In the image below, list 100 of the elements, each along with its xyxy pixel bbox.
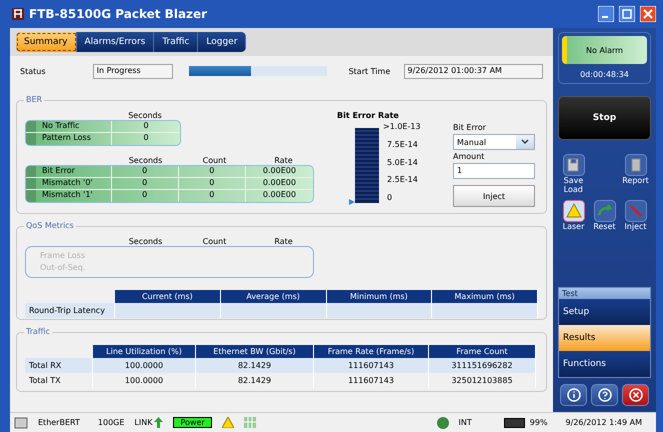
menu-item[interactable]: Results: [559, 325, 650, 351]
row-label: Out-of-Seq.: [40, 262, 86, 274]
row-label: No Traffic: [26, 121, 112, 132]
menu-item[interactable]: Functions: [559, 351, 650, 377]
tool-button[interactable]: Reset: [589, 200, 620, 231]
battery-level: 99%: [530, 418, 548, 427]
table-cell: 0: [112, 178, 179, 189]
table-cell: 100.0000: [93, 358, 196, 373]
row-label: Mismatch '0': [26, 178, 112, 189]
help-icon: [598, 388, 612, 402]
row-label: Total TX: [25, 373, 93, 388]
table-cell: 0: [178, 178, 246, 189]
table-cell: 0: [178, 190, 246, 202]
info-button[interactable]: [560, 384, 587, 406]
up-arrow-icon: [154, 417, 164, 428]
column-header: Ethernet BW (Gbit/s): [196, 345, 314, 358]
row-label: Pattern Loss: [26, 133, 112, 145]
meter-title: Bit Error Rate: [337, 111, 399, 120]
tool-button[interactable]: Inject: [620, 200, 651, 231]
menu-item[interactable]: Setup: [559, 299, 650, 325]
tick-label: 0: [386, 193, 394, 202]
rate: 100GE: [98, 418, 124, 427]
tick-label: 2.5E-14: [386, 175, 419, 184]
table-cell-text: 0.00E00: [262, 190, 297, 201]
info-icon: [566, 388, 580, 402]
battery-icon: [504, 418, 526, 428]
status-field: In Progress: [92, 64, 174, 78]
column-header: Current (ms): [115, 290, 221, 303]
maximize-button[interactable]: [619, 6, 635, 22]
menu-title: Test: [559, 288, 650, 299]
tick-label: 7.5E-14: [386, 140, 419, 149]
close-icon: [628, 388, 642, 402]
column-header: Seconds: [128, 237, 164, 246]
amount-field[interactable]: 1: [453, 163, 535, 179]
tick-label: >1.0E-13: [383, 122, 421, 131]
row-label: Bit Error: [26, 166, 112, 177]
close-button[interactable]: [640, 6, 656, 22]
tool-button[interactable]: Save Load: [558, 154, 589, 194]
column-header: Frame Rate (Frame/s): [314, 345, 429, 358]
link-status: LINK: [134, 418, 152, 427]
start-time-field: 9/26/2012 01:00:37 AM: [404, 64, 544, 78]
group-title: BER: [24, 95, 44, 104]
row-label: Total RX: [25, 358, 93, 373]
column-header: Minimum (ms): [326, 290, 432, 303]
column-header: Count: [202, 156, 228, 165]
table-cell-text: 0.00E00: [262, 166, 297, 177]
table-cell: 100.0000: [93, 373, 196, 388]
tab[interactable]: Alarms/Errors: [76, 32, 154, 52]
timer: 0d:00:48:34: [580, 70, 629, 79]
column-header: Rate: [273, 237, 294, 246]
syringe-icon: [624, 200, 646, 222]
table-cell: 82.1429: [196, 358, 314, 373]
column-header: Frame Count: [429, 345, 536, 358]
date-time: 9/26/2012 1:49 AM: [566, 418, 642, 427]
grid-icon: [244, 417, 256, 428]
column-header: Seconds: [128, 156, 164, 165]
table-cell: 111607143: [314, 358, 429, 373]
column-header: Average (ms): [220, 290, 326, 303]
clock-source: INT: [458, 418, 472, 427]
tool-button[interactable]: Report: [620, 154, 651, 194]
clipboard-icon: [624, 154, 646, 176]
table-cell: 325012103885: [429, 373, 536, 388]
module-name: EtherBERT: [38, 418, 80, 427]
tab[interactable]: Summary: [16, 32, 76, 52]
table-cell-text: 0: [142, 121, 150, 132]
power-indicator: Power: [173, 417, 212, 428]
chevron-down-icon: [521, 139, 529, 145]
table-cell: 0: [112, 166, 179, 177]
row-label: Round-Trip Latency: [25, 303, 115, 318]
start-time-label: Start Time: [348, 66, 392, 76]
stop-button[interactable]: Stop: [558, 96, 651, 140]
minimize-button[interactable]: [598, 6, 614, 22]
table-cell: 82.1429: [196, 373, 314, 388]
row-label: Mismatch '1': [26, 190, 112, 202]
column-header: Count: [202, 237, 228, 246]
help-button[interactable]: [591, 384, 618, 406]
row-label: Frame Loss: [40, 250, 86, 262]
clock-source-icon: [436, 416, 449, 428]
group-title: QoS Metrics: [24, 221, 76, 230]
error-type-dropdown[interactable]: Manual: [453, 134, 535, 150]
tick-label: 5.0E-14: [386, 158, 419, 166]
table-cell: 311151696282: [429, 358, 536, 373]
window-title: FTB-85100G Packet Blazer: [29, 7, 208, 21]
status-label: Status: [20, 66, 46, 76]
column-header: Seconds: [127, 111, 163, 120]
column-header: Rate: [273, 156, 294, 165]
table-cell: 0: [112, 190, 179, 202]
tool-button[interactable]: Laser: [558, 200, 589, 231]
inject-button[interactable]: Inject: [453, 185, 535, 207]
warning-icon: [562, 200, 584, 222]
table-cell: 0: [178, 166, 246, 177]
alarm-indicator: No Alarm: [562, 36, 647, 64]
field-label: Amount: [453, 152, 486, 161]
tab[interactable]: Traffic: [154, 32, 198, 52]
column-header: Line Utilization (%): [93, 345, 196, 358]
exit-button[interactable]: [622, 384, 649, 406]
tab[interactable]: Logger: [198, 32, 246, 52]
table-cell-text: 0.00E00: [262, 178, 297, 189]
warning-icon: [222, 417, 234, 428]
field-label: Bit Error: [453, 123, 487, 132]
